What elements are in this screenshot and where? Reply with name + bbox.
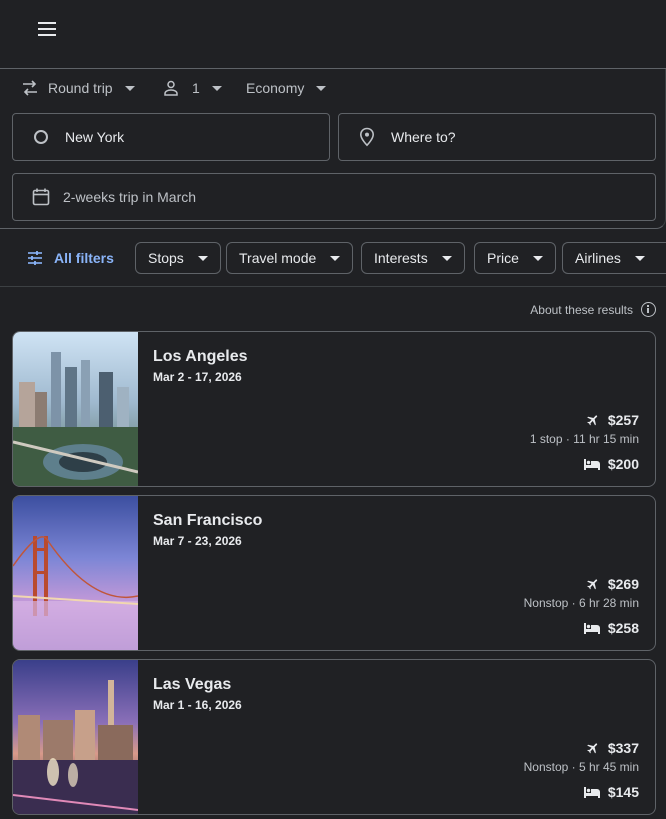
airplane-icon [587, 415, 598, 426]
filter-chip-travel-mode[interactable]: Travel mode [226, 242, 354, 274]
all-filters-label: All filters [54, 250, 114, 266]
hotel-price-value: $258 [607, 620, 639, 636]
origin-input[interactable]: New York [12, 113, 330, 161]
flight-price: $269 [586, 576, 639, 592]
hotel-price: $145 [583, 784, 639, 800]
destination-placeholder: Where to? [391, 129, 456, 145]
destination-card[interactable]: Las Vegas Mar 1 - 16, 2026 $337 Nonstop … [12, 659, 656, 815]
city-photo-las-vegas [13, 660, 138, 814]
flight-detail: Nonstop · 5 hr 45 min [523, 760, 639, 774]
origin-value: New York [65, 129, 125, 145]
city-name: Las Vegas [153, 676, 232, 693]
top-app-bar [0, 0, 666, 69]
chip-label: Stops [148, 250, 184, 266]
divider [0, 286, 666, 287]
cabin-class-select[interactable]: Economy [246, 76, 327, 100]
city-photo-los-angeles [13, 332, 138, 486]
destination-card[interactable]: San Francisco Mar 7 - 23, 2026 $269 Nons… [12, 495, 656, 651]
menu-icon[interactable] [36, 20, 60, 38]
dates-value: 2-weeks trip in March [63, 189, 197, 205]
bed-icon [583, 459, 600, 470]
trip-options-bar: Round trip 1 Economy [0, 76, 666, 100]
about-results-link[interactable]: About these results [530, 302, 656, 317]
destination-card[interactable]: Los Angeles Mar 2 - 17, 2026 $257 1 stop… [12, 331, 656, 487]
hotel-price: $258 [583, 620, 639, 636]
hotel-price-value: $200 [607, 456, 639, 472]
chevron-down-icon [124, 85, 135, 91]
bed-icon [583, 623, 600, 634]
city-name: Los Angeles [153, 348, 248, 365]
tune-icon [28, 251, 42, 265]
info-icon [641, 302, 656, 317]
trip-type-select[interactable]: Round trip [20, 76, 135, 100]
flight-detail: 1 stop · 11 hr 15 min [529, 432, 639, 446]
filter-chip-airlines[interactable]: Airlines [562, 242, 666, 274]
trip-type-label: Round trip [48, 80, 113, 96]
flight-price-value: $337 [607, 740, 639, 756]
chevron-down-icon [330, 255, 341, 261]
chip-label: Interests [374, 250, 428, 266]
filter-chip-price[interactable]: Price [474, 242, 556, 274]
flight-price-value: $257 [607, 412, 639, 428]
city-name: San Francisco [153, 512, 263, 529]
filter-chip-stops[interactable]: Stops [135, 242, 221, 274]
origin-circle-icon [34, 130, 48, 144]
chevron-down-icon [316, 85, 327, 91]
chip-label: Price [487, 250, 519, 266]
location-pin-icon [359, 127, 375, 147]
calendar-icon [32, 188, 50, 206]
airplane-icon [587, 579, 598, 590]
dates-input[interactable]: 2-weeks trip in March [12, 173, 656, 221]
destination-input[interactable]: Where to? [338, 113, 656, 161]
chevron-down-icon [211, 85, 222, 91]
chevron-down-icon [532, 255, 543, 261]
person-icon [164, 80, 178, 96]
chevron-down-icon [634, 255, 645, 261]
flight-price-value: $269 [607, 576, 639, 592]
chevron-down-icon [441, 255, 452, 261]
hotel-price-value: $145 [607, 784, 639, 800]
hotel-price: $200 [583, 456, 639, 472]
passengers-select[interactable]: 1 [162, 76, 222, 100]
chip-label: Travel mode [239, 250, 317, 266]
chip-label: Airlines [575, 250, 621, 266]
flight-price: $257 [586, 412, 639, 428]
trip-dates: Mar 7 - 23, 2026 [153, 534, 242, 548]
all-filters-button[interactable]: All filters [26, 242, 114, 274]
airplane-icon [587, 743, 598, 754]
about-results-label: About these results [530, 302, 633, 317]
city-photo-san-francisco [13, 496, 138, 650]
chevron-down-icon [197, 255, 208, 261]
trip-dates: Mar 1 - 16, 2026 [153, 698, 242, 712]
passengers-count: 1 [192, 80, 200, 96]
cabin-class-label: Economy [246, 80, 305, 96]
flight-detail: Nonstop · 6 hr 28 min [523, 596, 639, 610]
flight-price: $337 [586, 740, 639, 756]
filter-chip-interests[interactable]: Interests [361, 242, 465, 274]
swap-arrows-icon [23, 80, 37, 96]
filter-chips-bar: All filters Stops Travel mode Interests … [0, 242, 666, 274]
trip-dates: Mar 2 - 17, 2026 [153, 370, 242, 384]
bed-icon [583, 787, 600, 798]
